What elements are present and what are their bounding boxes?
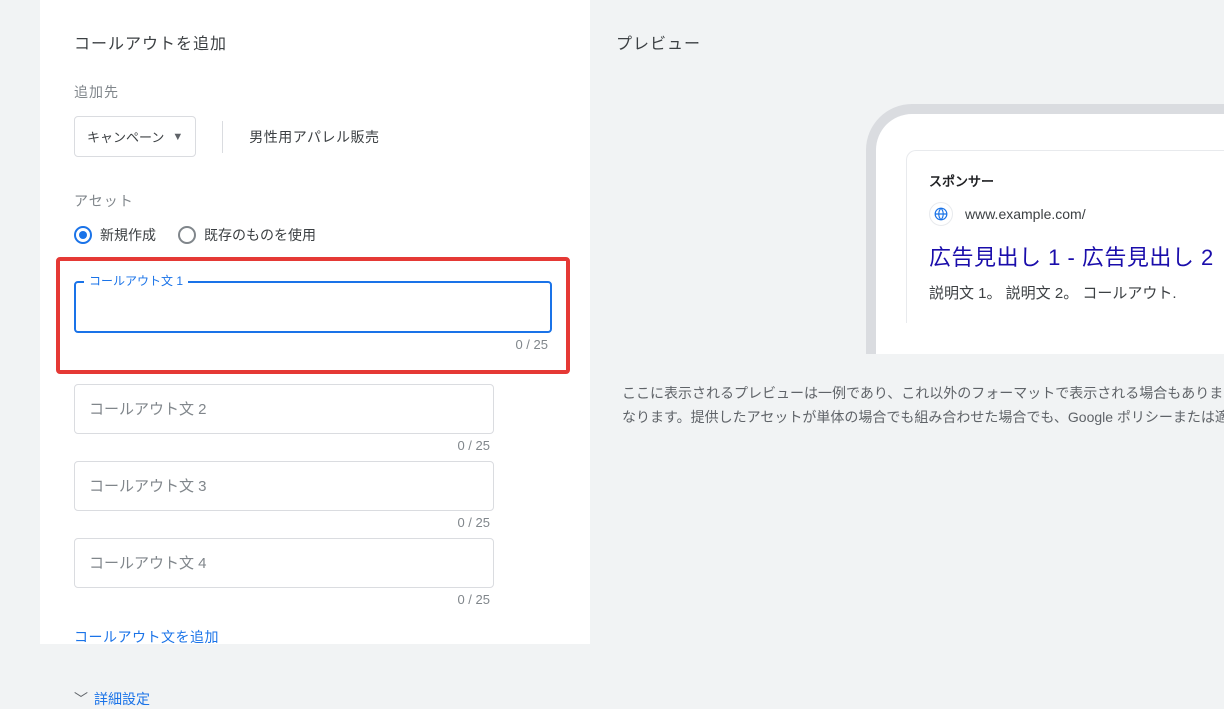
dropdown-label: キャンペーン [87, 127, 164, 146]
target-value: 男性用アパレル販売 [249, 127, 379, 147]
callout2-counter: 0 / 25 [74, 438, 494, 453]
radio-existing[interactable] [178, 226, 196, 244]
callout1-group: コールアウト文 1 [74, 281, 552, 333]
left-panel: コールアウトを追加 追加先 キャンペーン ▼ 男性用アパレル販売 アセット 新規… [40, 0, 590, 644]
caret-down-icon: ▼ [172, 131, 183, 143]
radio-existing-label: 既存のものを使用 [204, 225, 316, 245]
advanced-settings-toggle[interactable]: ﹀ 詳細設定 [74, 689, 560, 709]
highlighted-field-box: コールアウト文 1 0 / 25 [56, 257, 570, 374]
callout1-counter: 0 / 25 [74, 337, 552, 352]
radio-item-new[interactable]: 新規作成 [74, 225, 156, 245]
ad-preview-card: スポンサー www.example.com/ 広告見出し 1 - 広告見出し 2… [906, 150, 1224, 323]
target-label: 追加先 [74, 82, 560, 102]
preview-disclaimer: ここに表示されるプレビューは一例であり、これ以外のフォーマットで表示される場合も… [622, 382, 1224, 430]
asset-radio-group: 新規作成 既存のものを使用 [74, 225, 560, 245]
sponsor-label: スポンサー [929, 171, 1224, 190]
disclaimer-line-2: なります。提供したアセットが単体の場合でも組み合わせた場合でも、Google ポ… [622, 406, 1224, 430]
chevron-down-icon: ﹀ [74, 689, 88, 709]
ad-description: 説明文 1。 説明文 2。 コールアウト. [929, 282, 1224, 303]
url-row: www.example.com/ [929, 202, 1224, 226]
globe-icon [929, 202, 953, 226]
callout4-input[interactable] [74, 538, 494, 588]
callout3-input[interactable] [74, 461, 494, 511]
callout2-input[interactable] [74, 384, 494, 434]
ad-headline: 広告見出し 1 - 広告見出し 2 [929, 240, 1224, 272]
add-callout-link[interactable]: コールアウト文を追加 [74, 627, 560, 647]
right-panel: プレビュー スポンサー www.example.com/ 広告見出し 1 - 広… [590, 0, 1224, 644]
callout4-counter: 0 / 25 [74, 592, 494, 607]
radio-new[interactable] [74, 226, 92, 244]
callout4-group: 0 / 25 [74, 538, 494, 607]
callout2-group: 0 / 25 [74, 384, 494, 453]
callout3-counter: 0 / 25 [74, 515, 494, 530]
phone-frame: スポンサー www.example.com/ 広告見出し 1 - 広告見出し 2… [866, 104, 1224, 354]
preview-title: プレビュー [616, 30, 1224, 54]
vertical-divider [222, 121, 223, 153]
advanced-settings-label: 詳細設定 [94, 689, 150, 709]
target-row: キャンペーン ▼ 男性用アパレル販売 [74, 116, 560, 157]
callout1-float-label: コールアウト文 1 [84, 272, 188, 289]
asset-label: アセット [74, 191, 560, 211]
radio-new-label: 新規作成 [100, 225, 156, 245]
radio-item-existing[interactable]: 既存のものを使用 [178, 225, 316, 245]
level-dropdown[interactable]: キャンペーン ▼ [74, 116, 196, 157]
disclaimer-line-1: ここに表示されるプレビューは一例であり、これ以外のフォーマットで表示される場合も… [622, 382, 1224, 406]
panel-title: コールアウトを追加 [74, 30, 560, 54]
callout3-group: 0 / 25 [74, 461, 494, 530]
preview-url: www.example.com/ [965, 206, 1086, 222]
